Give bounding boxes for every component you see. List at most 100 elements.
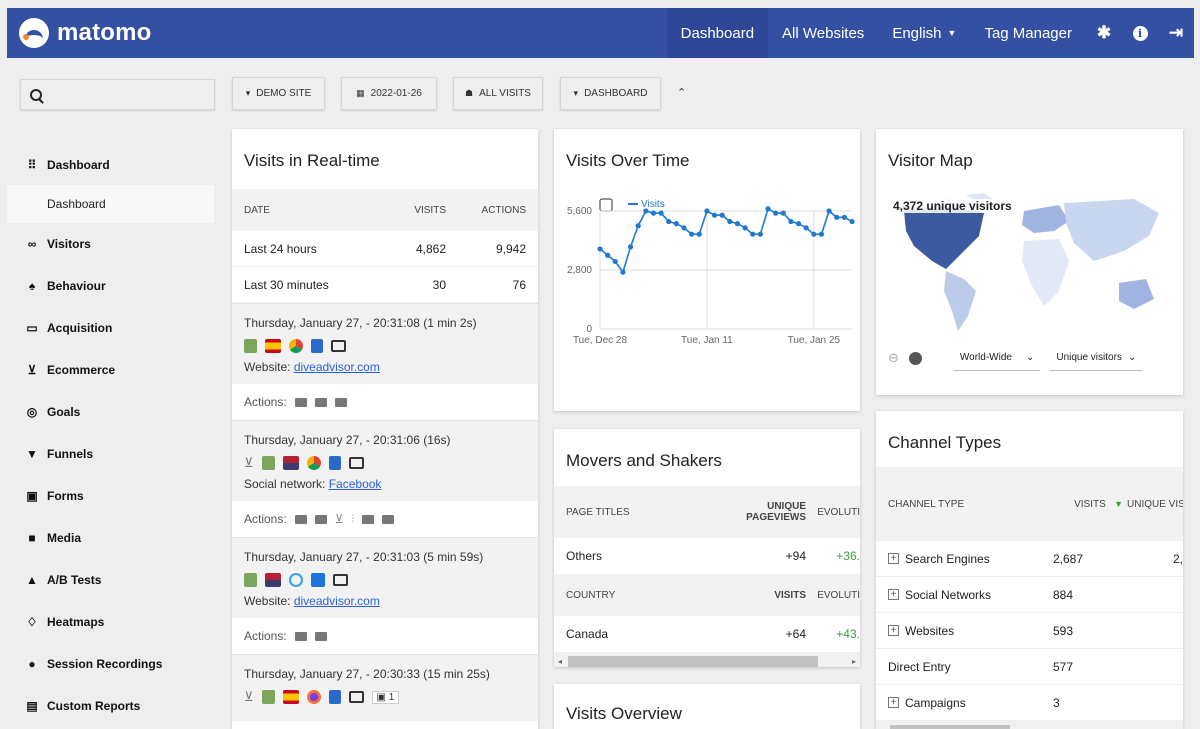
- folder-icon[interactable]: [361, 514, 374, 524]
- column-header-visits[interactable]: VISITS: [1074, 499, 1114, 510]
- data-point[interactable]: [834, 214, 840, 220]
- sidebar-item-behaviour[interactable]: ♠ Behaviour: [7, 265, 214, 307]
- column-header-channel-type[interactable]: CHANNEL TYPE: [888, 499, 1074, 510]
- table-row[interactable]: + Websites 593: [876, 613, 1183, 649]
- folder-icon[interactable]: [294, 631, 307, 641]
- gear-icon[interactable]: ✱: [1086, 8, 1122, 58]
- scroll-right-icon[interactable]: ▸: [852, 657, 856, 666]
- data-point[interactable]: [841, 214, 847, 220]
- cart-icon[interactable]: ⊻: [335, 512, 344, 526]
- segment-selector[interactable]: ☗ ALL VISITS: [453, 77, 543, 110]
- data-point[interactable]: [620, 269, 626, 275]
- scrollbar-thumb[interactable]: [890, 724, 1011, 729]
- sidebar-item-dashboard[interactable]: ⠿ Dashboard: [7, 145, 214, 185]
- data-point[interactable]: [826, 208, 832, 214]
- sidebar-subitem-dashboard[interactable]: Dashboard: [7, 185, 214, 223]
- period-selector[interactable]: ▦ 2022-01-26: [341, 77, 437, 110]
- folder-icon[interactable]: [314, 631, 327, 641]
- sign-out-icon[interactable]: ⇥: [1158, 8, 1194, 58]
- data-point[interactable]: [681, 225, 687, 231]
- map-region-africa[interactable]: [1022, 239, 1069, 306]
- data-point[interactable]: [627, 244, 634, 250]
- world-map[interactable]: [884, 191, 1174, 341]
- data-point[interactable]: [750, 231, 756, 237]
- data-point[interactable]: [757, 231, 763, 237]
- data-point[interactable]: [734, 221, 741, 227]
- expand-icon[interactable]: +: [888, 625, 899, 636]
- visit-item[interactable]: Thursday, January 27, - 20:31:03 (5 min …: [232, 537, 538, 618]
- data-point[interactable]: [658, 210, 664, 216]
- site-selector[interactable]: ▾ DEMO SITE: [232, 77, 325, 110]
- data-point[interactable]: [773, 210, 779, 216]
- map-region-asia[interactable]: [1064, 199, 1159, 261]
- data-point[interactable]: [696, 231, 702, 237]
- scroll-right-icon[interactable]: ▸: [1175, 726, 1179, 729]
- zoom-out-icon[interactable]: ⊖: [888, 350, 899, 366]
- nav-dashboard[interactable]: Dashboard: [666, 8, 769, 58]
- horizontal-scrollbar[interactable]: ◂ ▸: [876, 721, 1183, 729]
- map-region-south-america[interactable]: [944, 271, 976, 331]
- map-region-europe[interactable]: [1022, 205, 1069, 233]
- sidebar-item-acquisition[interactable]: ▭ Acquisition: [7, 307, 214, 349]
- expand-icon[interactable]: +: [888, 553, 899, 564]
- expand-icon[interactable]: +: [888, 589, 899, 600]
- visit-item[interactable]: Thursday, January 27, - 20:31:06 (16s) ⊻…: [232, 420, 538, 501]
- folder-icon[interactable]: [314, 514, 327, 524]
- visits-line-chart[interactable]: Visits 0 2,800 5,600 Tue, Dec 28 Tue, Jan 11…: [554, 189, 860, 411]
- info-icon[interactable]: i: [1122, 8, 1158, 58]
- data-point[interactable]: [612, 258, 618, 265]
- globe-icon[interactable]: [908, 351, 922, 365]
- data-point[interactable]: [643, 208, 649, 214]
- search-input[interactable]: [50, 87, 210, 102]
- collapse-toolbar-icon[interactable]: ⌃: [677, 86, 686, 99]
- table-row[interactable]: + Campaigns 3: [876, 685, 1183, 721]
- visitor-profile-icon[interactable]: [261, 456, 275, 470]
- map-metric-select[interactable]: Unique visitors ⌄: [1050, 345, 1143, 371]
- menu-search[interactable]: [20, 79, 215, 110]
- sidebar-item-heatmaps[interactable]: ♢ Heatmaps: [7, 601, 214, 643]
- nav-language-select[interactable]: English ▼: [878, 8, 970, 58]
- data-point[interactable]: [597, 246, 603, 252]
- folder-icon[interactable]: [294, 514, 307, 524]
- horizontal-scrollbar[interactable]: ◂ ▸: [554, 652, 860, 667]
- folder-icon[interactable]: [314, 397, 327, 407]
- sidebar-item-ecommerce[interactable]: ⊻ Ecommerce: [7, 349, 214, 391]
- visit-item[interactable]: Thursday, January 27, - 20:30:33 (15 min…: [232, 654, 538, 721]
- data-point[interactable]: [635, 223, 641, 229]
- data-point[interactable]: [811, 231, 817, 237]
- data-point[interactable]: [704, 208, 710, 214]
- sidebar-item-session-recordings[interactable]: ● Session Recordings: [7, 643, 214, 685]
- chart-image-icon[interactable]: [599, 198, 613, 212]
- referrer-link[interactable]: diveadvisor.com: [294, 360, 380, 374]
- table-row[interactable]: + Social Networks 884: [876, 577, 1183, 613]
- data-point[interactable]: [795, 221, 802, 227]
- data-point[interactable]: [765, 206, 771, 212]
- visitor-profile-icon[interactable]: [244, 573, 257, 587]
- scrollbar-thumb[interactable]: [568, 655, 819, 667]
- table-row[interactable]: + Search Engines 2,687 2,: [876, 541, 1183, 577]
- data-point[interactable]: [673, 221, 679, 227]
- column-header-unique-visitors[interactable]: UNIQUE VISIT: [1127, 499, 1183, 510]
- sidebar-item-visitors[interactable]: ∞ Visitors: [7, 223, 214, 265]
- nav-all-websites[interactable]: All Websites: [768, 8, 878, 58]
- sidebar-item-forms[interactable]: ▣ Forms: [7, 475, 214, 517]
- folder-icon[interactable]: [334, 397, 347, 407]
- expand-icon[interactable]: +: [888, 697, 899, 708]
- visitor-profile-icon[interactable]: [261, 690, 275, 704]
- data-point[interactable]: [605, 252, 611, 258]
- sidebar-item-goals[interactable]: ◎ Goals: [7, 391, 214, 433]
- dashboard-selector[interactable]: ▾ DASHBOARD: [560, 77, 661, 110]
- data-point[interactable]: [788, 218, 794, 225]
- data-point[interactable]: [666, 218, 672, 225]
- referrer-link[interactable]: Facebook: [329, 477, 382, 491]
- data-point[interactable]: [780, 210, 786, 216]
- data-point[interactable]: [719, 212, 725, 218]
- scroll-left-icon[interactable]: ◂: [880, 726, 884, 729]
- data-point[interactable]: [849, 218, 855, 225]
- map-region-australia[interactable]: [1119, 279, 1154, 309]
- sidebar-item-funnels[interactable]: ▼ Funnels: [7, 433, 214, 475]
- data-point[interactable]: [689, 231, 695, 237]
- data-point[interactable]: [803, 225, 809, 231]
- scroll-left-icon[interactable]: ◂: [558, 657, 562, 666]
- data-point[interactable]: [818, 231, 825, 237]
